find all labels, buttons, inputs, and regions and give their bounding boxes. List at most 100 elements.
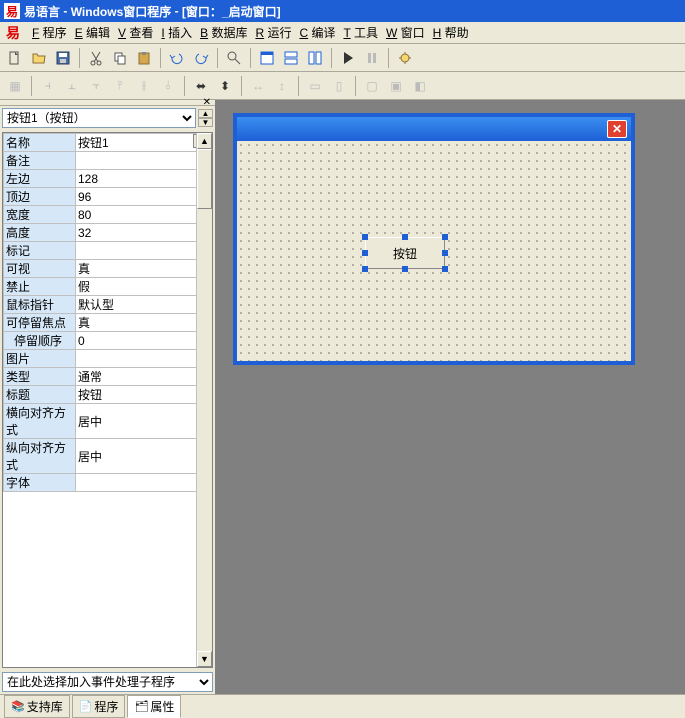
- cut-icon[interactable]: [85, 47, 107, 69]
- window1-icon[interactable]: [256, 47, 278, 69]
- menu-item[interactable]: I 插入: [157, 24, 196, 42]
- run-icon[interactable]: [337, 47, 359, 69]
- prop-label[interactable]: 类型: [4, 368, 76, 386]
- resize-handle[interactable]: [442, 266, 448, 272]
- prop-value[interactable]: 居中: [76, 404, 212, 439]
- align-bot-icon: ⫰: [157, 75, 179, 97]
- prop-label[interactable]: 鼠标指针: [4, 296, 76, 314]
- object-selector[interactable]: 按钮1（按钮）: [2, 108, 196, 128]
- selector-up-icon[interactable]: ▲: [198, 109, 213, 118]
- debug-icon[interactable]: [394, 47, 416, 69]
- scroll-thumb[interactable]: [197, 149, 212, 209]
- prop-value[interactable]: 默认型: [76, 296, 212, 314]
- prop-label[interactable]: 停留顺序: [4, 332, 76, 350]
- copy-icon[interactable]: [109, 47, 131, 69]
- window2-icon[interactable]: [280, 47, 302, 69]
- prop-value[interactable]: 通常: [76, 368, 212, 386]
- prop-label[interactable]: 宽度: [4, 206, 76, 224]
- prop-label[interactable]: 备注: [4, 152, 76, 170]
- save-icon[interactable]: [52, 47, 74, 69]
- prop-value[interactable]: 0: [76, 332, 212, 350]
- title-sep2: -: [171, 4, 182, 18]
- button-caption: 按钮: [393, 245, 417, 262]
- space-v-icon: ↕: [271, 75, 293, 97]
- align-1-icon: ▦: [4, 75, 26, 97]
- prop-value[interactable]: [76, 242, 212, 260]
- form-body[interactable]: 按钮: [237, 141, 631, 361]
- prop-label[interactable]: 标题: [4, 386, 76, 404]
- prop-value[interactable]: [76, 350, 212, 368]
- order-3-icon: ◧: [409, 75, 431, 97]
- prop-value[interactable]: 真: [76, 260, 212, 278]
- menu-item[interactable]: R 运行: [251, 24, 295, 42]
- find-icon[interactable]: [223, 47, 245, 69]
- form-designer[interactable]: ✕ 按钮: [216, 100, 685, 694]
- prop-label[interactable]: 名称: [4, 134, 76, 152]
- paste-icon[interactable]: [133, 47, 155, 69]
- design-form[interactable]: ✕ 按钮: [234, 114, 634, 364]
- undo-icon[interactable]: [166, 47, 188, 69]
- prop-value[interactable]: [76, 152, 212, 170]
- resize-handle[interactable]: [442, 250, 448, 256]
- resize-handle[interactable]: [362, 234, 368, 240]
- prop-value[interactable]: 真: [76, 314, 212, 332]
- prop-label[interactable]: 标记: [4, 242, 76, 260]
- title-sep1: -: [60, 4, 71, 18]
- menu-item[interactable]: B 数据库: [196, 24, 251, 42]
- prop-label[interactable]: 纵向对齐方式: [4, 439, 76, 474]
- title-project: Windows窗口程序: [71, 3, 172, 20]
- prop-label[interactable]: 字体: [4, 474, 76, 492]
- tab-property[interactable]: 🗂属性: [127, 695, 181, 718]
- tab-support-lib[interactable]: 📚支持库: [4, 695, 70, 718]
- resize-handle[interactable]: [442, 234, 448, 240]
- menu-item[interactable]: F 程序: [28, 24, 71, 42]
- window3-icon[interactable]: [304, 47, 326, 69]
- tab-program[interactable]: 📄程序: [72, 695, 126, 718]
- new-file-icon[interactable]: [4, 47, 26, 69]
- prop-scrollbar[interactable]: ▲ ▼: [196, 133, 212, 667]
- menu-item[interactable]: V 查看: [114, 24, 157, 42]
- open-file-icon[interactable]: [28, 47, 50, 69]
- property-grid[interactable]: 名称按钮1⋯备注左边128顶边96宽度80高度32标记可视真禁止假鼠标指针默认型…: [2, 132, 213, 668]
- size-h-icon[interactable]: ⬌: [190, 75, 212, 97]
- scroll-down-icon[interactable]: ▼: [197, 651, 212, 667]
- prop-value[interactable]: [76, 474, 212, 492]
- prop-value[interactable]: 128: [76, 170, 212, 188]
- design-button-1[interactable]: 按钮: [365, 237, 445, 269]
- form-close-icon[interactable]: ✕: [607, 120, 627, 138]
- prop-label[interactable]: 高度: [4, 224, 76, 242]
- book-icon: 📚: [11, 700, 25, 713]
- prop-value[interactable]: 80: [76, 206, 212, 224]
- prop-label[interactable]: 可停留焦点: [4, 314, 76, 332]
- event-selector[interactable]: 在此处选择加入事件处理子程序: [2, 672, 213, 692]
- form-titlebar[interactable]: ✕: [237, 117, 631, 141]
- resize-handle[interactable]: [402, 234, 408, 240]
- align-left-icon: ⫞: [37, 75, 59, 97]
- prop-value[interactable]: 32: [76, 224, 212, 242]
- size-v-icon[interactable]: ⬍: [214, 75, 236, 97]
- prop-label[interactable]: 左边: [4, 170, 76, 188]
- prop-label[interactable]: 横向对齐方式: [4, 404, 76, 439]
- selector-down-icon[interactable]: ▼: [198, 118, 213, 127]
- menu-item[interactable]: H 帮助: [429, 24, 473, 42]
- menu-item[interactable]: C 编译: [295, 24, 339, 42]
- prop-value[interactable]: 按钮1⋯: [76, 134, 212, 152]
- prop-label[interactable]: 顶边: [4, 188, 76, 206]
- resize-handle[interactable]: [362, 250, 368, 256]
- resize-handle[interactable]: [402, 266, 408, 272]
- prop-label[interactable]: 可视: [4, 260, 76, 278]
- align-mid-icon: ⫲: [133, 75, 155, 97]
- menu-item[interactable]: W 窗口: [382, 24, 429, 42]
- resize-handle[interactable]: [362, 266, 368, 272]
- scroll-up-icon[interactable]: ▲: [197, 133, 212, 149]
- prop-value[interactable]: 假: [76, 278, 212, 296]
- menu-item[interactable]: T 工具: [339, 24, 381, 42]
- prop-value[interactable]: 按钮: [76, 386, 212, 404]
- prop-value[interactable]: 居中: [76, 439, 212, 474]
- redo-icon[interactable]: [190, 47, 212, 69]
- prop-label[interactable]: 禁止: [4, 278, 76, 296]
- prop-value[interactable]: 96: [76, 188, 212, 206]
- prop-label[interactable]: 图片: [4, 350, 76, 368]
- menu-item[interactable]: E 编辑: [71, 24, 114, 42]
- align-center-icon: ⫠: [61, 75, 83, 97]
